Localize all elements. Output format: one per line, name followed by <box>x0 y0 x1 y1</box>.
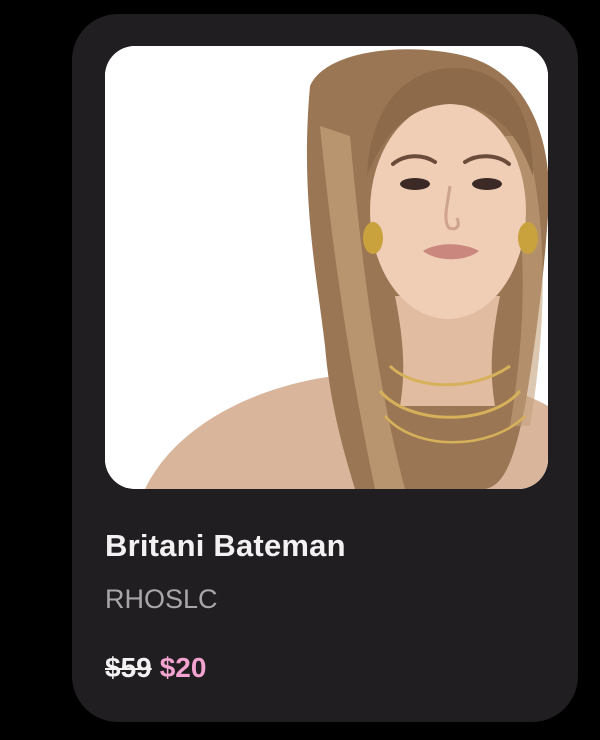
celebrity-name: Britani Bateman <box>105 528 346 563</box>
price-row: $59 $20 <box>105 652 206 684</box>
sale-price: $20 <box>159 652 207 683</box>
celebrity-photo <box>105 46 548 489</box>
show-name: RHOSLC <box>105 584 218 614</box>
celebrity-card[interactable]: Britani Bateman RHOSLC $59 $20 <box>72 14 578 722</box>
original-price: $59 <box>105 652 152 683</box>
